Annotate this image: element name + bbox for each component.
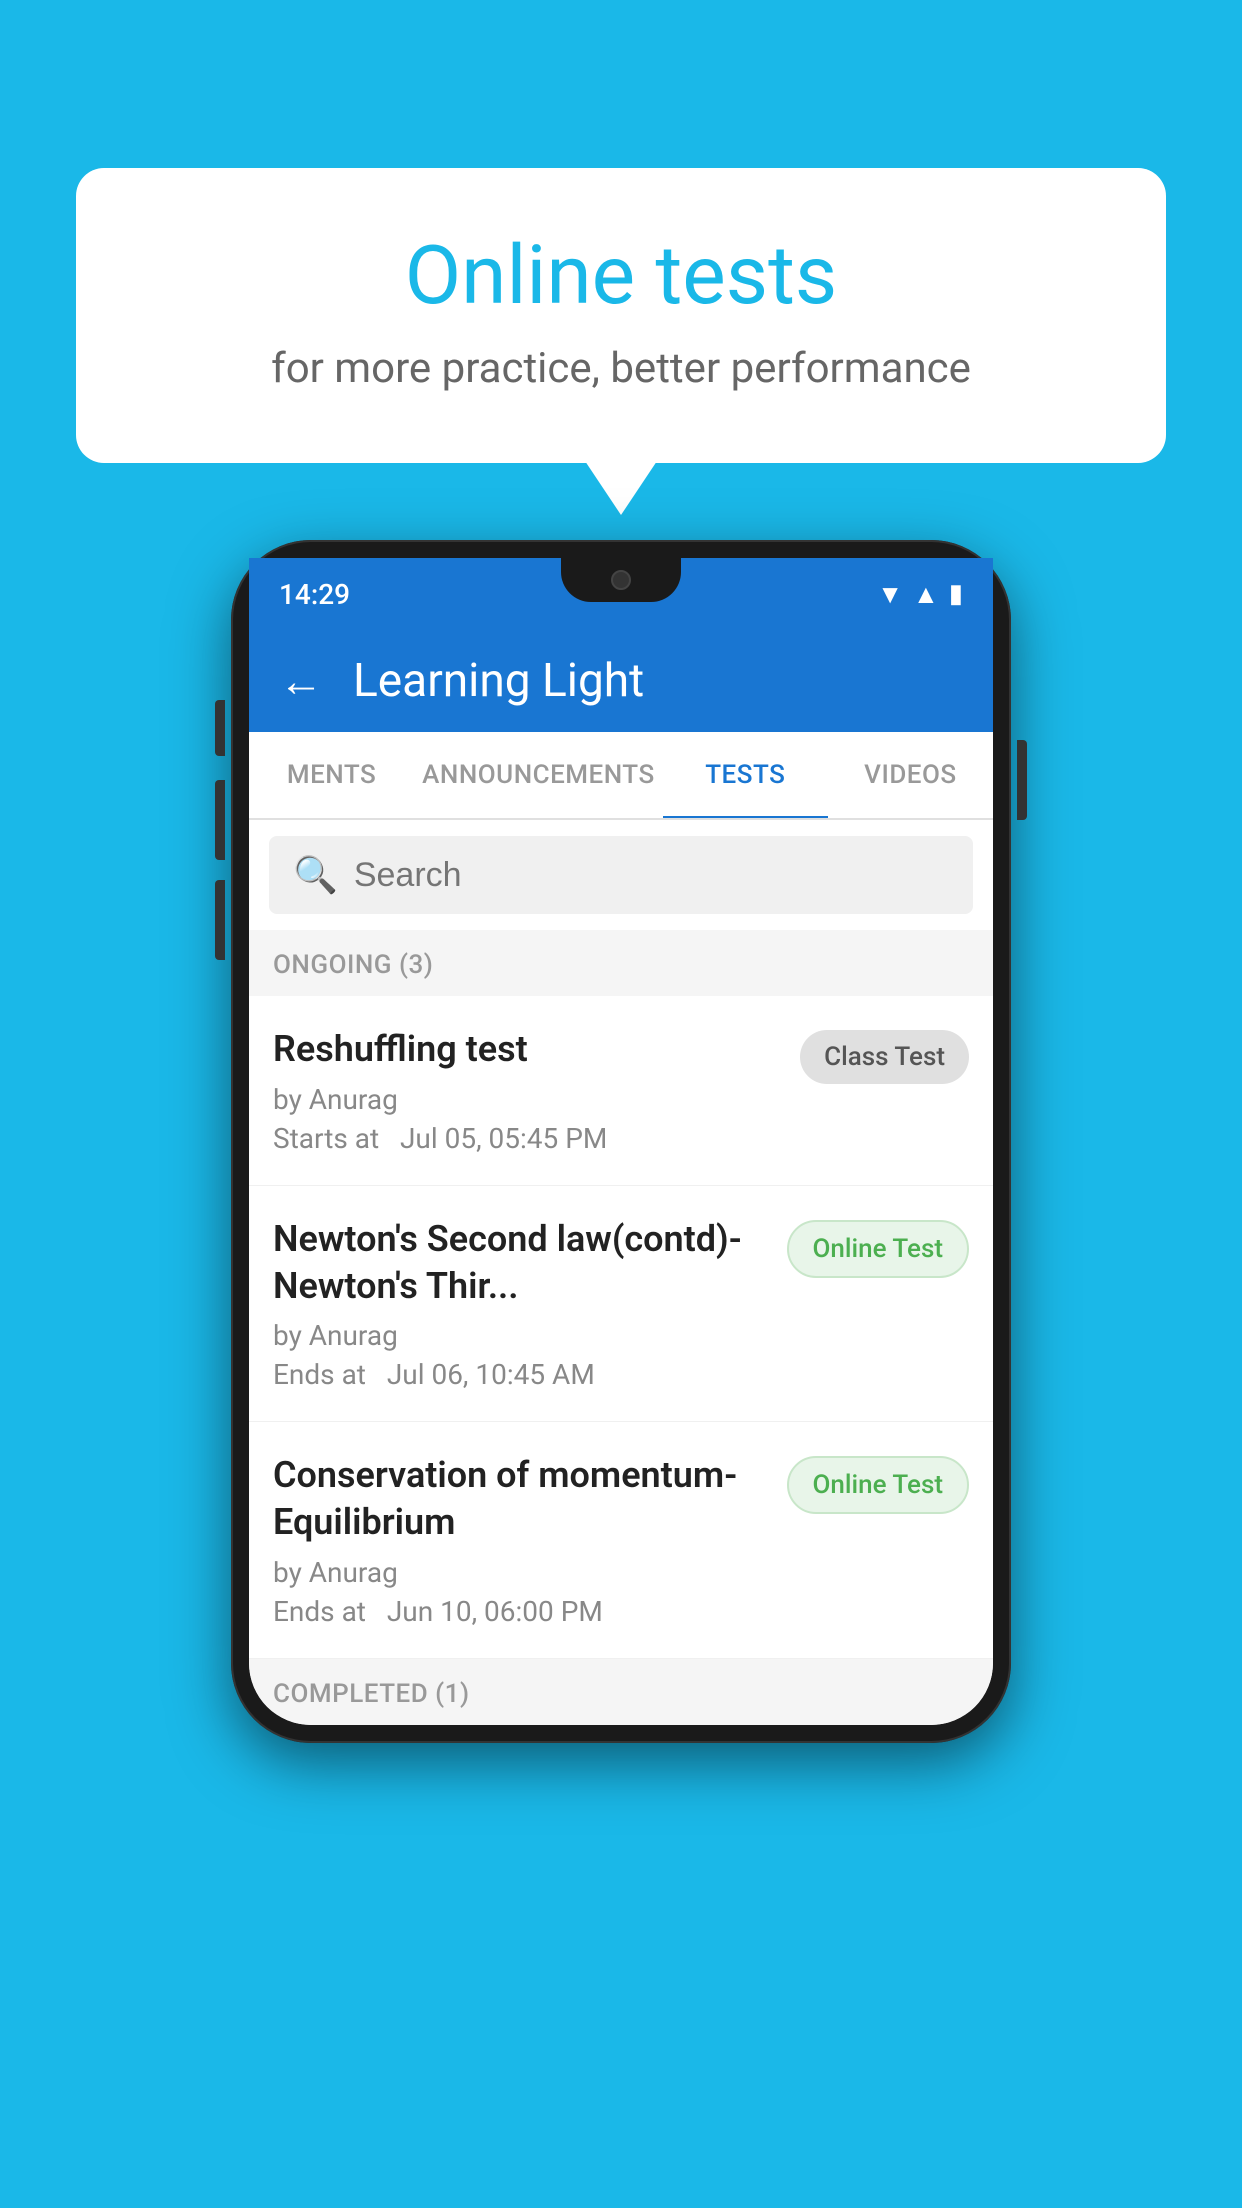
ongoing-section-header: ONGOING (3) <box>249 930 993 996</box>
test-item[interactable]: Newton's Second law(contd)-Newton's Thir… <box>249 1186 993 1423</box>
test-badge-class: Class Test <box>800 1030 969 1084</box>
bubble-title: Online tests <box>156 228 1086 324</box>
test-badge-online: Online Test <box>787 1220 970 1278</box>
search-container: 🔍 <box>249 820 993 930</box>
test-badge-online: Online Test <box>787 1456 970 1514</box>
test-info: Conservation of momentum-Equilibrium by … <box>273 1452 787 1628</box>
test-item[interactable]: Conservation of momentum-Equilibrium by … <box>249 1422 993 1659</box>
test-author: by Anurag <box>273 1319 767 1352</box>
camera <box>611 570 631 590</box>
status-bar: 14:29 ▼ ▲ ▮ <box>249 558 993 630</box>
back-button[interactable]: ← <box>279 655 323 707</box>
silent-button <box>215 700 225 756</box>
test-info: Newton's Second law(contd)-Newton's Thir… <box>273 1216 787 1392</box>
test-author: by Anurag <box>273 1556 767 1589</box>
search-input[interactable] <box>354 856 949 895</box>
wifi-icon: ▼ <box>877 579 903 610</box>
test-author: by Anurag <box>273 1083 780 1116</box>
completed-section-header: COMPLETED (1) <box>249 1659 993 1725</box>
phone-body: 14:29 ▼ ▲ ▮ ← Learning Light MENTS <box>231 540 1011 1743</box>
test-item[interactable]: Reshuffling test by Anurag Starts at Jul… <box>249 996 993 1186</box>
signal-icon: ▲ <box>913 579 939 610</box>
app-header: ← Learning Light <box>249 630 993 732</box>
test-name: Newton's Second law(contd)-Newton's Thir… <box>273 1216 767 1310</box>
test-list: Reshuffling test by Anurag Starts at Jul… <box>249 996 993 1659</box>
tabs-container: MENTS ANNOUNCEMENTS TESTS VIDEOS <box>249 732 993 820</box>
app-title: Learning Light <box>353 654 644 708</box>
tab-tests[interactable]: TESTS <box>663 732 828 818</box>
phone-notch <box>561 558 681 602</box>
phone-mockup: 14:29 ▼ ▲ ▮ ← Learning Light MENTS <box>231 540 1011 1743</box>
battery-icon: ▮ <box>949 579 963 609</box>
test-name: Conservation of momentum-Equilibrium <box>273 1452 767 1546</box>
test-info: Reshuffling test by Anurag Starts at Jul… <box>273 1026 800 1155</box>
status-time: 14:29 <box>279 578 350 611</box>
tab-announcements[interactable]: ANNOUNCEMENTS <box>414 732 663 818</box>
power-button <box>1017 740 1027 820</box>
app-screen: ← Learning Light MENTS ANNOUNCEMENTS TES… <box>249 630 993 1725</box>
test-time: Ends at Jul 06, 10:45 AM <box>273 1358 767 1391</box>
test-time: Ends at Jun 10, 06:00 PM <box>273 1595 767 1628</box>
tab-videos[interactable]: VIDEOS <box>828 732 993 818</box>
status-icons: ▼ ▲ ▮ <box>877 579 963 610</box>
search-wrapper[interactable]: 🔍 <box>269 836 973 914</box>
speech-bubble: Online tests for more practice, better p… <box>76 168 1166 463</box>
test-name: Reshuffling test <box>273 1026 780 1073</box>
volume-down-button <box>215 880 225 960</box>
bubble-subtitle: for more practice, better performance <box>156 344 1086 393</box>
tab-ments[interactable]: MENTS <box>249 732 414 818</box>
search-icon: 🔍 <box>293 854 338 896</box>
volume-up-button <box>215 780 225 860</box>
test-time: Starts at Jul 05, 05:45 PM <box>273 1122 780 1155</box>
